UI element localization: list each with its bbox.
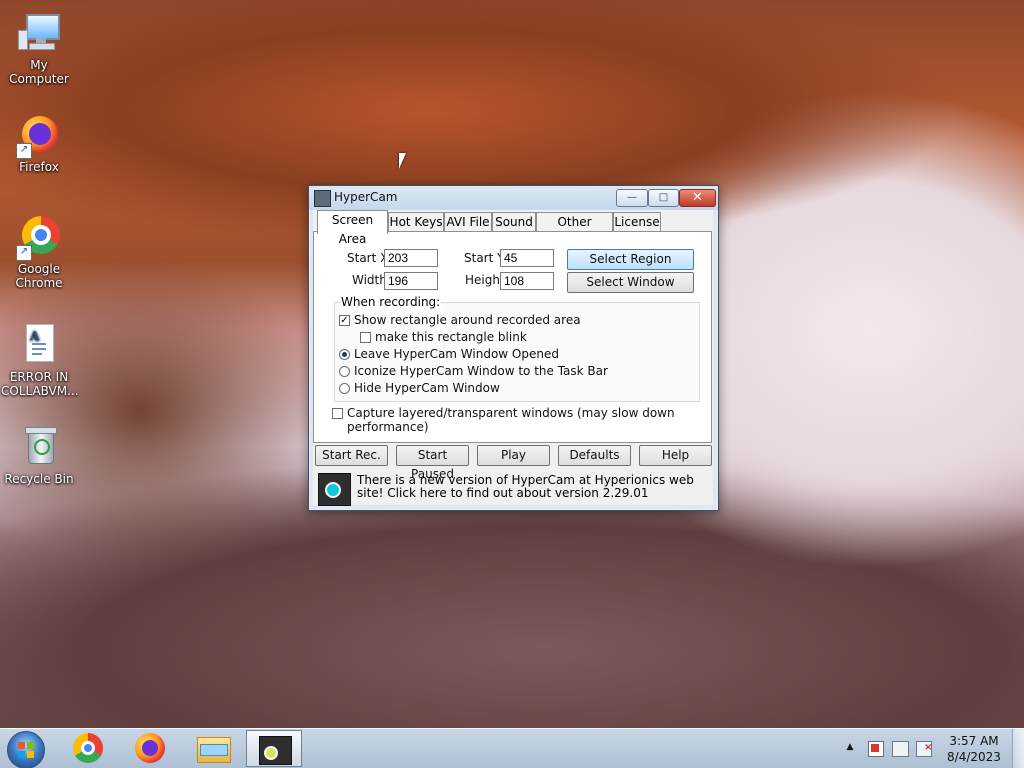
leave-opened-label[interactable]: Leave HyperCam Window Opened [354,347,559,361]
start-button[interactable] [7,731,45,768]
desktop-icon-label: My Computer [9,58,69,86]
shortcut-arrow-icon: ↗ [16,143,32,159]
start-y-input[interactable] [500,249,554,267]
recycle-bin-icon [16,424,62,470]
desktop-icon-firefox[interactable]: ↗ Firefox [0,112,78,174]
taskbar-firefox[interactable] [124,730,180,767]
flag-icon[interactable] [868,741,884,757]
tab-sound[interactable]: Sound [492,212,536,233]
tab-license[interactable]: License [613,212,661,233]
iconize-label[interactable]: Iconize HyperCam Window to the Task Bar [354,364,608,378]
start-y-label: Start Y [464,251,505,265]
select-region-button[interactable]: Select Region [567,249,694,270]
blink-label[interactable]: make this rectangle blink [375,330,527,344]
taskbar-chrome[interactable] [62,730,118,767]
taskbar: ▲ × 3:57 AM 8/4/2023 [0,728,1024,768]
hypercam-camera-icon [318,473,351,506]
when-recording-title: When recording: [340,295,442,309]
select-window-button[interactable]: Select Window [567,272,694,293]
desktop-icon-label: Firefox [19,160,59,174]
height-input[interactable] [500,272,554,290]
maximize-button[interactable]: □ [648,189,679,207]
update-notice-link[interactable]: There is a new version of HyperCam at Hy… [357,474,697,500]
volume-icon[interactable]: × [916,741,932,757]
window-title: HyperCam [334,190,398,204]
hide-window-radio[interactable] [339,383,350,394]
leave-opened-radio[interactable] [339,349,350,360]
show-hidden-icons-button[interactable]: ▲ [845,742,855,752]
desktop-icon-error-document[interactable]: A ERROR IN COLLABVM... [0,322,79,398]
chrome-icon [73,733,103,763]
desktop-icon-recycle-bin[interactable]: Recycle Bin [0,424,78,486]
width-label: Width [352,273,387,287]
close-button[interactable]: ✕ [679,189,716,207]
hypercam-app-icon [314,190,331,207]
show-desktop-button[interactable] [1012,729,1024,768]
chrome-icon: ↗ [16,214,62,261]
hypercam-icon [259,736,292,765]
minimize-button[interactable]: — [616,189,648,207]
start-paused-button[interactable]: Start Paused [396,445,469,481]
screen-area-panel: Start X Start Y Select Region Width Heig… [313,231,712,443]
mouse-pointer-icon [399,153,406,169]
capture-layered-label[interactable]: Capture layered/transparent windows (may… [347,406,711,434]
play-button[interactable]: Play [477,445,550,466]
firefox-icon: ↗ [16,112,62,159]
tab-screen-area[interactable]: Screen Area [317,210,388,246]
clock-date[interactable]: 8/4/2023 [944,750,1004,764]
firefox-icon [135,733,165,763]
hypercam-window: HyperCam — □ ✕ Screen Area Hot Keys AVI … [308,185,719,511]
taskbar-file-explorer[interactable] [186,730,242,767]
defaults-button[interactable]: Defaults [558,445,631,466]
show-rectangle-label[interactable]: Show rectangle around recorded area [354,313,581,327]
document-icon: A [16,322,62,368]
tab-other-options[interactable]: Other Options [536,212,613,248]
capture-layered-checkbox[interactable] [332,408,343,419]
taskbar-hypercam[interactable] [246,730,302,767]
computer-icon [16,10,62,56]
window-client-area: Screen Area Hot Keys AVI File Sound Othe… [313,210,713,506]
windows-logo-icon [18,742,34,758]
height-label: Height [465,273,505,287]
show-rectangle-checkbox[interactable]: ✓ [339,315,350,326]
hide-window-label[interactable]: Hide HyperCam Window [354,381,500,395]
start-rec-button[interactable]: Start Rec. [315,445,388,466]
start-x-input[interactable] [384,249,438,267]
window-titlebar[interactable]: HyperCam — □ ✕ [309,186,718,210]
desktop-icon-google-chrome[interactable]: ↗ Google Chrome [0,214,78,290]
desktop-icon-label: ERROR IN COLLABVM... [1,370,79,398]
shortcut-arrow-icon: ↗ [16,245,32,261]
tab-avi-file[interactable]: AVI File [444,212,492,233]
clock-time[interactable]: 3:57 AM [944,734,1004,748]
network-icon[interactable] [892,741,909,757]
blink-checkbox[interactable] [360,332,371,343]
desktop-icon-label: Google Chrome [15,262,63,290]
desktop-icon-label: Recycle Bin [4,472,74,486]
iconize-radio[interactable] [339,366,350,377]
tab-hot-keys[interactable]: Hot Keys [388,212,444,233]
width-input[interactable] [384,272,438,290]
help-button[interactable]: Help [639,445,712,466]
desktop-icon-my-computer[interactable]: My Computer [0,10,78,86]
start-x-label: Start X [347,251,389,265]
